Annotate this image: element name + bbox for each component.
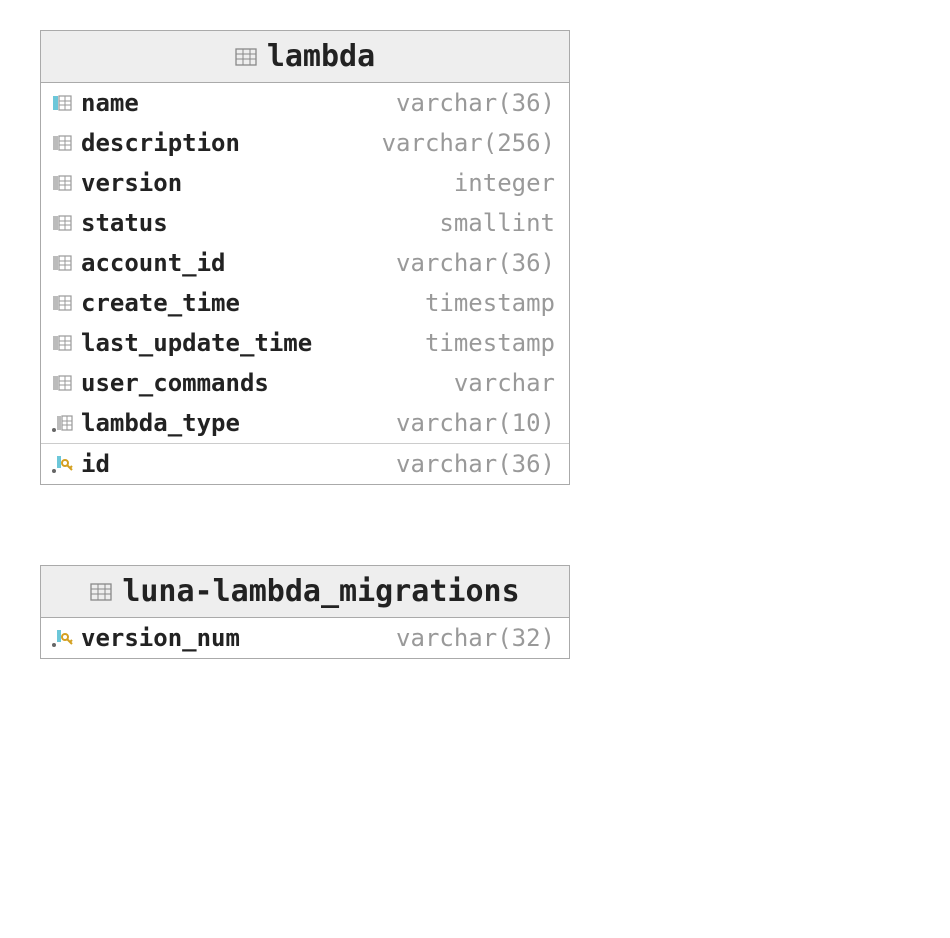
column-row: version_num varchar(32) [41, 618, 569, 658]
column-name: lambda_type [81, 409, 240, 437]
column-name: last_update_time [81, 329, 312, 357]
table-name: luna-lambda_migrations [122, 574, 519, 609]
column-name: create_time [81, 289, 240, 317]
primary-key-icon [51, 628, 73, 648]
column-row: version integer [41, 163, 569, 203]
column-type: timestamp [425, 289, 555, 317]
column-nullable-icon [51, 413, 73, 433]
column-type: varchar(256) [382, 129, 555, 157]
column-row: account_id varchar(36) [41, 243, 569, 283]
column-icon [51, 213, 73, 233]
column-type: varchar(10) [396, 409, 555, 437]
column-icon [51, 133, 73, 153]
column-type: varchar [454, 369, 555, 397]
column-type: varchar(32) [396, 624, 555, 652]
column-name: user_commands [81, 369, 269, 397]
column-row: lambda_type varchar(10) [41, 403, 569, 443]
column-row: last_update_time timestamp [41, 323, 569, 363]
primary-key-icon [51, 454, 73, 474]
table-icon [90, 582, 112, 602]
column-row: status smallint [41, 203, 569, 243]
column-name: status [81, 209, 168, 237]
column-name: account_id [81, 249, 226, 277]
column-icon [51, 173, 73, 193]
db-table: luna-lambda_migrations version_num varcha… [40, 565, 570, 659]
table-header: lambda [41, 31, 569, 83]
column-type: varchar(36) [396, 450, 555, 478]
column-row: description varchar(256) [41, 123, 569, 163]
column-icon [51, 373, 73, 393]
column-row: name varchar(36) [41, 83, 569, 123]
column-name: name [81, 89, 139, 117]
column-type: integer [454, 169, 555, 197]
column-icon [51, 253, 73, 273]
column-name: id [81, 450, 110, 478]
column-name: description [81, 129, 240, 157]
column-row: user_commands varchar [41, 363, 569, 403]
column-type: smallint [439, 209, 555, 237]
column-row: id varchar(36) [41, 443, 569, 484]
column-row: create_time timestamp [41, 283, 569, 323]
column-name: version_num [81, 624, 240, 652]
column-type: varchar(36) [396, 89, 555, 117]
column-type: timestamp [425, 329, 555, 357]
db-table: lambda name varchar(36) description varcha… [40, 30, 570, 485]
table-name: lambda [267, 39, 375, 74]
table-icon [235, 47, 257, 67]
column-type: varchar(36) [396, 249, 555, 277]
column-icon [51, 93, 73, 113]
column-icon [51, 333, 73, 353]
table-header: luna-lambda_migrations [41, 566, 569, 618]
column-name: version [81, 169, 182, 197]
column-icon [51, 293, 73, 313]
